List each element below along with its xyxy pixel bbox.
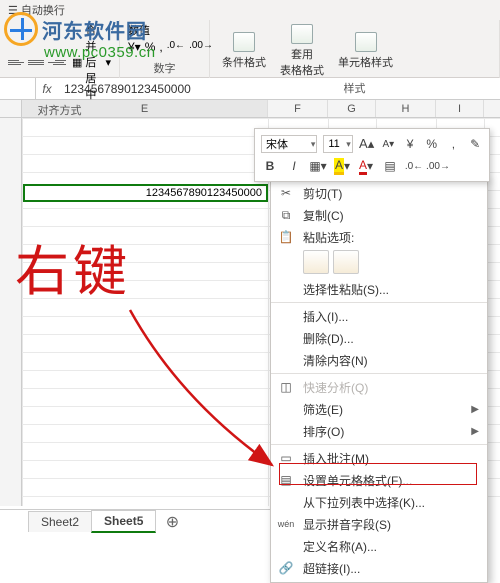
menu-define-name[interactable]: 定义名称(A)... bbox=[271, 535, 487, 557]
increase-font-icon[interactable]: A▴ bbox=[359, 135, 375, 153]
decimal-dec-icon[interactable]: .00→ bbox=[429, 157, 447, 175]
merge-icon: ▦ bbox=[72, 56, 82, 69]
fill-color-icon[interactable]: A▾ bbox=[333, 157, 351, 175]
percent-icon[interactable]: % bbox=[424, 135, 440, 153]
tab-sheet2[interactable]: Sheet2 bbox=[28, 511, 92, 532]
decrease-font-icon[interactable]: A▾ bbox=[381, 135, 397, 153]
decimal-inc-icon[interactable]: .0← bbox=[405, 157, 423, 175]
border-icon[interactable]: ▦▾ bbox=[309, 157, 327, 175]
paste-option-1[interactable] bbox=[303, 250, 329, 274]
percent-icon[interactable]: % bbox=[145, 40, 156, 54]
group-number-label: 数字 bbox=[128, 60, 201, 76]
menu-sort[interactable]: 排序(O)▶ bbox=[271, 420, 487, 442]
wrap-text-icon: ☰ bbox=[8, 4, 18, 17]
menu-delete[interactable]: 删除(D)... bbox=[271, 327, 487, 349]
clipboard-icon: 📋 bbox=[277, 229, 295, 245]
format-painter-icon[interactable]: ✎ bbox=[467, 135, 483, 153]
number-format-dropdown[interactable]: 数值 bbox=[128, 22, 150, 38]
comment-icon: ▭ bbox=[277, 450, 295, 466]
context-menu: ✂ 剪切(T) ⧉ 复制(C) 📋 粘贴选项: 选择性粘贴(S)... 插入(I… bbox=[270, 178, 488, 583]
increase-decimal-icon[interactable]: .0← bbox=[167, 40, 185, 54]
col-header-H[interactable]: H bbox=[376, 100, 436, 117]
menu-insert-comment[interactable]: ▭ 插入批注(M) bbox=[271, 447, 487, 469]
bold-icon[interactable]: B bbox=[261, 157, 279, 175]
format-cells-icon: ▤ bbox=[277, 472, 295, 488]
new-sheet-button[interactable]: ⊕ bbox=[161, 511, 183, 533]
quick-analysis-icon: ◫ bbox=[277, 379, 295, 395]
mini-toolbar: 宋体 11 A▴ A▾ ¥ % , ✎ B I ▦▾ A▾ A▾ ▤ .0← .… bbox=[254, 128, 490, 182]
menu-pick-from-dropdown[interactable]: 从下拉列表中选择(K)... bbox=[271, 491, 487, 513]
menu-paste-header: 📋 粘贴选项: bbox=[271, 226, 487, 248]
menu-insert[interactable]: 插入(I)... bbox=[271, 305, 487, 327]
font-size-combo[interactable]: 11 bbox=[323, 135, 352, 153]
tab-sheet5[interactable]: Sheet5 bbox=[91, 510, 156, 533]
col-header-I[interactable]: I bbox=[436, 100, 484, 117]
col-header-G[interactable]: G bbox=[328, 100, 376, 117]
scissors-icon: ✂ bbox=[277, 185, 295, 201]
menu-paste-special[interactable]: 选择性粘贴(S)... bbox=[271, 278, 487, 300]
col-header-F[interactable]: F bbox=[268, 100, 328, 117]
comma-icon[interactable]: , bbox=[159, 40, 162, 54]
cell-style-button[interactable]: 单元格样式 bbox=[334, 30, 397, 72]
font-family-combo[interactable]: 宋体 bbox=[261, 135, 317, 153]
font-color-icon[interactable]: A▾ bbox=[357, 157, 375, 175]
conditional-format-button[interactable]: 条件格式 bbox=[218, 30, 270, 72]
sheet-tab-bar: Sheet2 Sheet5 ⊕ bbox=[0, 509, 270, 533]
menu-cut[interactable]: ✂ 剪切(T) bbox=[271, 182, 487, 204]
menu-clear[interactable]: 清除内容(N) bbox=[271, 349, 487, 371]
comma-style-icon[interactable]: , bbox=[446, 135, 462, 153]
hyperlink-icon: 🔗 bbox=[277, 560, 295, 576]
menu-hyperlink[interactable]: 🔗 超链接(I)... bbox=[271, 557, 487, 579]
selected-cell[interactable]: 1234567890123450000 bbox=[23, 184, 268, 202]
menu-copy[interactable]: ⧉ 复制(C) bbox=[271, 204, 487, 226]
italic-icon[interactable]: I bbox=[285, 157, 303, 175]
currency-icon[interactable]: ¥▾ bbox=[128, 40, 141, 54]
currency-icon[interactable]: ¥ bbox=[402, 135, 418, 153]
copy-icon: ⧉ bbox=[277, 207, 295, 223]
menu-format-cells[interactable]: ▤ 设置单元格格式(F)... bbox=[271, 469, 487, 491]
menu-show-phonetic[interactable]: wén 显示拼音字段(S) bbox=[271, 513, 487, 535]
table-format-button[interactable]: 套用 表格格式 bbox=[276, 22, 328, 80]
group-style-label: 样式 bbox=[218, 80, 491, 96]
menu-filter[interactable]: 筛选(E)▶ bbox=[271, 398, 487, 420]
menu-quick-analysis: ◫ 快速分析(Q) bbox=[271, 376, 487, 398]
alignment-buttons[interactable] bbox=[8, 55, 66, 69]
paste-option-2[interactable] bbox=[333, 250, 359, 274]
ribbon: ☰ 自动换行 ▦ 合并后居中 ▾ 对齐方式 数值 bbox=[0, 0, 500, 78]
cell-value: 1234567890123450000 bbox=[146, 186, 262, 200]
group-alignment-label: 对齐方式 bbox=[8, 102, 111, 118]
merge-center-button[interactable]: ▦ 合并后居中 ▾ bbox=[72, 22, 111, 102]
ribbon-autowrap[interactable]: ☰ 自动换行 bbox=[8, 2, 65, 18]
merge-icon[interactable]: ▤ bbox=[381, 157, 399, 175]
phonetic-icon: wén bbox=[277, 516, 295, 532]
